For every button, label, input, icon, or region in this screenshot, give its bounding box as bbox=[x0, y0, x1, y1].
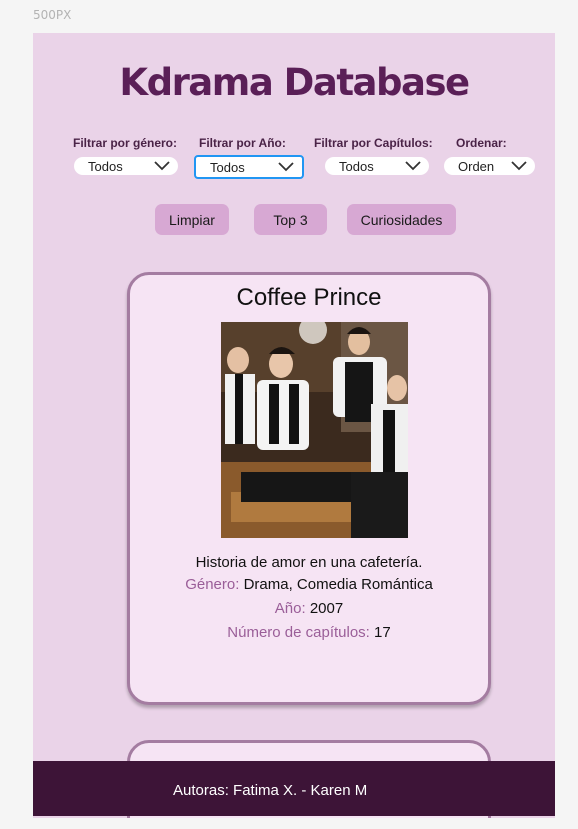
filter-genre: Filtrar por género: Todos bbox=[73, 136, 178, 175]
frame-size-label: 500PX bbox=[33, 8, 72, 22]
year-select-value: Todos bbox=[210, 159, 245, 175]
chevron-down-icon bbox=[511, 161, 527, 171]
top-3-button[interactable]: Top 3 bbox=[254, 204, 327, 235]
genre-select-value: Todos bbox=[88, 158, 123, 174]
genre-select[interactable]: Todos bbox=[74, 157, 178, 175]
filter-episodes-label: Filtrar por Capítulos: bbox=[314, 136, 433, 150]
page-title: Kdrama Database bbox=[119, 61, 470, 104]
episodes-select[interactable]: Todos bbox=[325, 157, 429, 175]
drama-poster-image bbox=[221, 322, 408, 538]
drama-title: Coffee Prince bbox=[236, 284, 382, 311]
genre-key: Género: bbox=[185, 576, 240, 593]
episodes-select-value: Todos bbox=[339, 158, 374, 174]
order-select[interactable]: Orden bbox=[444, 157, 535, 175]
drama-genre: Género: Drama, Comedia Romántica bbox=[130, 576, 488, 593]
footer: Autoras: Fatima X. - Karen M bbox=[33, 761, 555, 816]
filter-year: Filtrar por Año: Todos bbox=[194, 136, 304, 179]
chevron-down-icon bbox=[154, 161, 170, 171]
filter-year-label: Filtrar por Año: bbox=[199, 136, 286, 150]
year-value: 2007 bbox=[309, 600, 344, 617]
genre-value: Drama, Comedia Romántica bbox=[243, 576, 433, 593]
order-select-value: Orden bbox=[458, 158, 495, 174]
curiosities-button[interactable]: Curiosidades bbox=[347, 204, 456, 235]
year-select[interactable]: Todos bbox=[194, 155, 304, 179]
filter-order: Ordenar: Orden bbox=[444, 136, 535, 175]
drama-year: Año: 2007 bbox=[130, 600, 488, 617]
filter-genre-label: Filtrar por género: bbox=[73, 136, 178, 150]
clear-button[interactable]: Limpiar bbox=[155, 204, 229, 235]
episodes-value: 17 bbox=[374, 624, 391, 641]
year-key: Año: bbox=[274, 600, 306, 617]
filter-episodes: Filtrar por Capítulos: Todos bbox=[314, 136, 433, 175]
filter-order-label: Ordenar: bbox=[456, 136, 507, 150]
episodes-key: Número de capítulos: bbox=[227, 624, 370, 641]
drama-description: Historia de amor en una cafetería. bbox=[195, 554, 423, 571]
chevron-down-icon bbox=[278, 162, 294, 172]
drama-episodes: Número de capítulos: 17 bbox=[130, 624, 488, 641]
footer-authors: Autoras: Fatima X. - Karen M bbox=[173, 782, 368, 799]
drama-card[interactable]: Coffee Prince Historia de amor en una ca… bbox=[127, 272, 491, 705]
chevron-down-icon bbox=[405, 161, 421, 171]
app-frame: Kdrama Database Filtrar por género: Todo… bbox=[33, 33, 555, 818]
